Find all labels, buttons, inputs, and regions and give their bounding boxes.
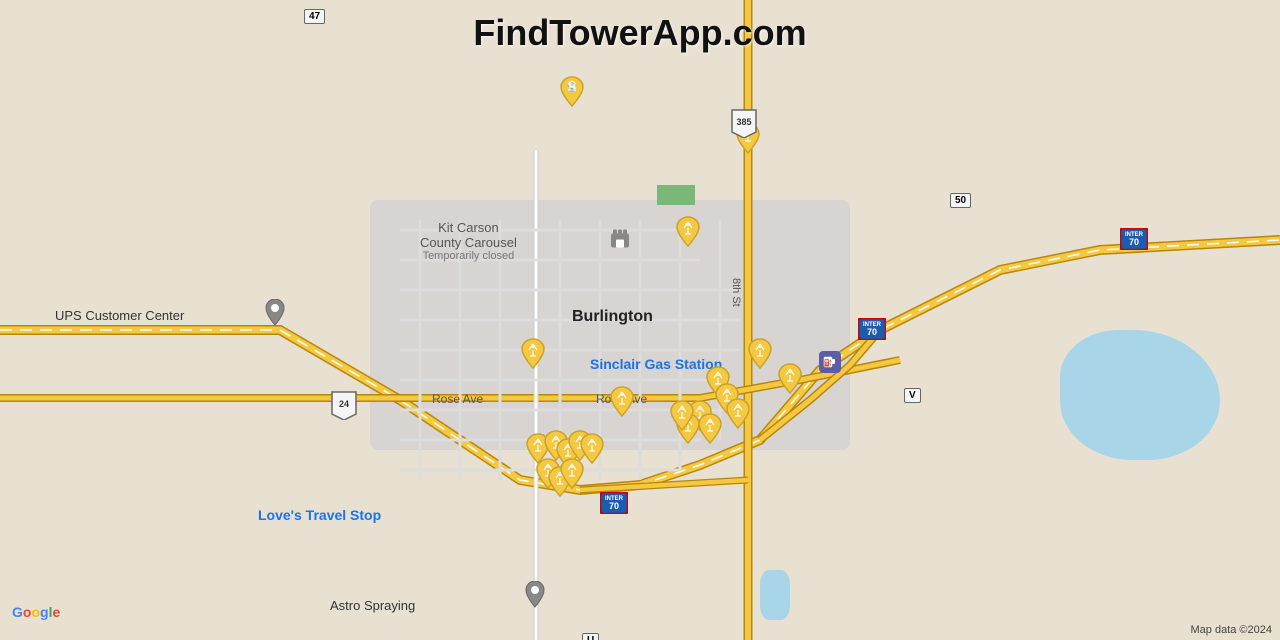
badge-u: U	[582, 630, 599, 640]
tower-marker-7[interactable]	[725, 398, 751, 430]
badge-i70-b: INTER 70	[1120, 228, 1148, 255]
svg-text:70: 70	[609, 501, 619, 511]
tower-marker-3[interactable]	[675, 216, 701, 248]
svg-text:70: 70	[867, 327, 877, 337]
ups-pin	[264, 299, 286, 332]
astro-pin	[524, 581, 546, 614]
svg-text:385: 385	[736, 117, 751, 127]
tower-marker-8[interactable]	[609, 386, 635, 418]
tower-marker-21[interactable]	[777, 363, 803, 395]
badge-50: 50	[950, 190, 971, 208]
tower-marker-1[interactable]: 📡	[559, 76, 585, 108]
tower-marker-22[interactable]	[747, 338, 773, 370]
road-layer	[0, 0, 1280, 640]
gas-station-marker[interactable]: ⛽	[819, 351, 841, 373]
badge-24: 24	[330, 390, 358, 425]
google-logo: Google	[12, 604, 60, 620]
map-attribution: Map data ©2024	[1191, 624, 1273, 636]
badge-i70-c: INTER 70	[600, 492, 628, 519]
badge-385: 385	[730, 108, 758, 143]
svg-text:24: 24	[339, 399, 349, 409]
svg-text:⛽: ⛽	[824, 358, 833, 367]
svg-text:70: 70	[1129, 237, 1139, 247]
site-title: FindTowerApp.com	[473, 12, 806, 54]
badge-i70-a: INTER 70	[858, 318, 886, 345]
map-container: FindTowerApp.com Burlington Kit CarsonCo…	[0, 0, 1280, 640]
tower-marker-12[interactable]	[669, 400, 695, 432]
tower-marker-20[interactable]	[559, 458, 585, 490]
badge-47: 47	[304, 6, 325, 24]
badge-v: V	[904, 385, 921, 403]
tower-marker-11[interactable]	[697, 413, 723, 445]
kit-carson-pin	[609, 228, 631, 257]
tower-marker-4[interactable]	[520, 338, 546, 370]
